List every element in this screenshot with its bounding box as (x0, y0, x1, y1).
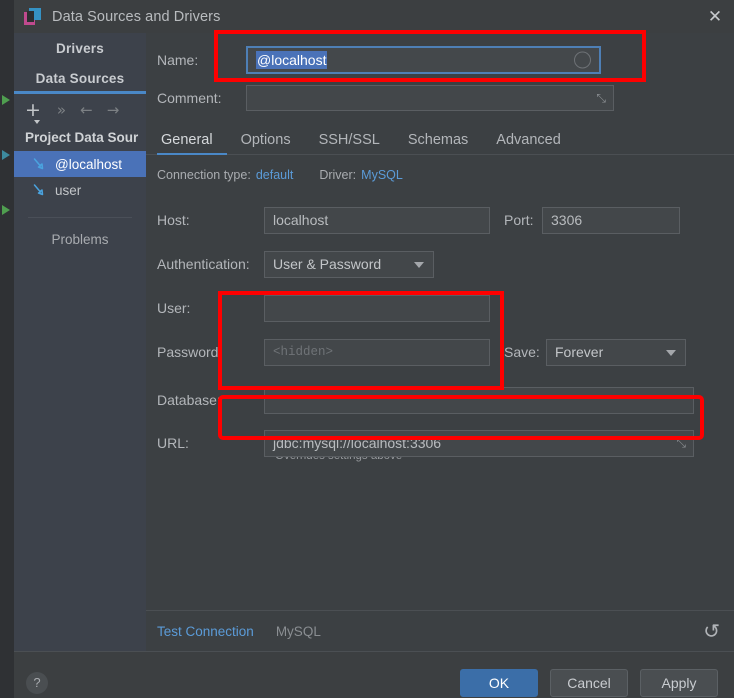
password-input[interactable]: <hidden> (264, 339, 490, 366)
driver-link[interactable]: MySQL (276, 624, 321, 639)
chevron-down-icon (666, 350, 676, 356)
save-value: Forever (555, 344, 603, 360)
expand-icon[interactable]: ⤡ (596, 92, 606, 104)
undo-arrow-icon[interactable]: ↺ (703, 621, 720, 641)
tab-general[interactable]: General (157, 132, 227, 154)
database-row: Database: (146, 374, 734, 426)
sidebar-group-title: Project Data Sour (14, 127, 146, 151)
url-input[interactable]: jdbc:mysql://localhost:3306 ⤡ (264, 430, 694, 457)
dialog-titlebar: Data Sources and Drivers ✕ (14, 0, 734, 33)
password-label: Password: (146, 344, 264, 360)
navigate-back-button[interactable]: ← (80, 103, 93, 118)
sidebar-tab-drivers[interactable]: Drivers (14, 33, 146, 63)
host-row: Host: localhost Port: 3306 (146, 198, 734, 242)
connection-type-label: Connection type: (157, 168, 251, 182)
gutter-marker-green-1 (2, 95, 10, 105)
tab-schemas[interactable]: Schemas (394, 132, 482, 154)
sidebar-item-user[interactable]: user (14, 177, 146, 203)
authentication-label: Authentication: (146, 256, 264, 272)
cancel-button[interactable]: Cancel (550, 669, 628, 697)
save-label: Save: (490, 344, 546, 360)
driver-value[interactable]: MySQL (361, 168, 403, 182)
port-input[interactable]: 3306 (542, 207, 680, 234)
sidebar-item-label: @localhost (55, 157, 122, 172)
gutter-marker-teal (2, 150, 10, 160)
connection-info-line: Connection type: default Driver: MySQL (146, 155, 734, 182)
more-options-button[interactable]: » (57, 103, 66, 118)
name-label: Name: (146, 52, 246, 68)
comment-row: Comment: ⤡ (146, 85, 734, 111)
sidebar-item-problems[interactable]: Problems (14, 218, 146, 247)
content-footer: Test Connection MySQL ↺ (146, 610, 734, 651)
host-input[interactable]: localhost (264, 207, 490, 234)
sidebar-empty-space (14, 247, 146, 651)
help-button[interactable]: ? (26, 672, 48, 694)
connection-type-value[interactable]: default (256, 168, 294, 182)
expand-icon[interactable]: ⤡ (676, 437, 686, 449)
tab-ssh-ssl[interactable]: SSH/SSL (305, 132, 394, 154)
comment-label: Comment: (146, 90, 246, 106)
close-icon[interactable]: ✕ (704, 6, 726, 28)
user-label: User: (146, 300, 264, 316)
dialog-footer: ? OK Cancel Apply (14, 651, 734, 698)
sidebar: Drivers Data Sources + » ← → Project Dat… (14, 33, 146, 651)
database-label: Database: (146, 392, 264, 408)
database-connection-icon (32, 157, 46, 171)
sidebar-toolbar: + » ← → (14, 94, 146, 127)
sidebar-item-label: user (55, 183, 81, 198)
tab-advanced[interactable]: Advanced (482, 132, 575, 154)
test-connection-link[interactable]: Test Connection (157, 624, 254, 639)
loading-spinner-icon (574, 52, 591, 69)
password-row: Password: <hidden> Save: Forever (146, 330, 734, 374)
driver-label: Driver: (319, 168, 356, 182)
port-label: Port: (490, 212, 542, 228)
save-select[interactable]: Forever (546, 339, 686, 366)
url-value: jdbc:mysql://localhost:3306 (273, 435, 441, 451)
dialog-content: Name: @localhost Comment: ⤡ General (146, 33, 734, 651)
host-label: Host: (146, 212, 264, 228)
sidebar-item-localhost[interactable]: @localhost (14, 151, 146, 177)
chevron-down-icon (414, 262, 424, 268)
navigate-forward-button[interactable]: → (107, 103, 120, 118)
name-input-value: @localhost (256, 51, 327, 69)
apply-button[interactable]: Apply (640, 669, 718, 697)
dialog-title: Data Sources and Drivers (52, 9, 220, 25)
identity-fields: Name: @localhost Comment: ⤡ (146, 33, 734, 122)
dialog-body: Drivers Data Sources + » ← → Project Dat… (14, 33, 734, 651)
data-sources-dialog: Data Sources and Drivers ✕ Drivers Data … (14, 0, 734, 698)
sidebar-tab-data-sources[interactable]: Data Sources (14, 63, 146, 94)
name-input[interactable]: @localhost (246, 46, 601, 74)
authentication-row: Authentication: User & Password (146, 242, 734, 286)
add-data-source-button[interactable]: + (25, 101, 41, 120)
url-label: URL: (146, 435, 264, 451)
dialog-action-buttons: OK Cancel Apply (460, 669, 718, 697)
tab-options[interactable]: Options (227, 132, 305, 154)
comment-input[interactable]: ⤡ (246, 85, 614, 111)
ok-button[interactable]: OK (460, 669, 538, 697)
settings-tabs: General Options SSH/SSL Schemas Advanced (146, 124, 734, 155)
general-settings-form: Host: localhost Port: 3306 Authenticatio… (146, 182, 734, 610)
gutter-marker-green-2 (2, 205, 10, 215)
database-app-icon (24, 8, 41, 25)
name-row: Name: @localhost (146, 46, 734, 74)
database-connection-icon (32, 183, 46, 197)
user-input[interactable] (264, 295, 490, 322)
user-row: User: (146, 286, 734, 330)
authentication-select[interactable]: User & Password (264, 251, 434, 278)
database-input[interactable] (264, 387, 694, 414)
authentication-value: User & Password (273, 256, 381, 272)
